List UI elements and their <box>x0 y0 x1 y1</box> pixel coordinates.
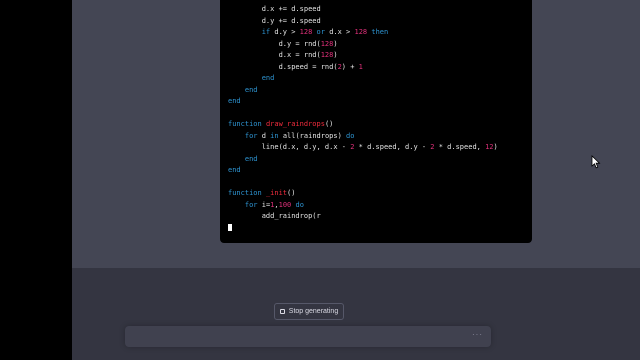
code-token: * d.speed, d.y - <box>354 143 431 151</box>
code-line <box>228 223 528 235</box>
code-line: end <box>228 165 528 177</box>
code-token: () <box>324 120 334 128</box>
code-token: line(d.x, d.y, d.x - <box>228 143 351 151</box>
code-token: end <box>244 85 258 94</box>
code-block: d.x += d.speed d.y += d.speed if d.y > 1… <box>220 0 532 243</box>
code-token: d.x > <box>324 28 355 36</box>
code-line: for d in all(raindrops) do <box>228 131 528 143</box>
code-token: end <box>244 154 258 163</box>
code-token: _init <box>265 189 288 197</box>
code-token: d.y > <box>270 28 300 36</box>
stop-generating-button[interactable]: Stop generating <box>274 303 344 320</box>
code-token: ) <box>333 51 338 59</box>
code-token: 1 <box>358 62 363 71</box>
code-line: d.speed = rnd(2) + 1 <box>228 62 528 74</box>
code-line: add_raindrop(r <box>228 211 528 223</box>
code-token: do <box>295 200 304 209</box>
code-token: * d.speed, <box>434 143 486 151</box>
code-line: for i=1,100 do <box>228 200 528 212</box>
code-token: all(raindrops) <box>278 131 347 140</box>
code-line: function draw_raindrops() <box>228 119 528 131</box>
code-line: end <box>228 154 528 166</box>
code-line: d.x += d.speed <box>228 4 528 16</box>
stop-square-icon <box>279 309 285 314</box>
code-token: d.speed = rnd( <box>228 62 338 71</box>
code-token: 128 <box>320 51 334 59</box>
code-token: if <box>261 28 271 36</box>
code-token: 100 <box>278 200 292 209</box>
code-token: ) <box>493 143 498 151</box>
code-token: end <box>261 74 275 82</box>
code-token: d.x += d.speed <box>228 5 321 13</box>
chat-main: d.x += d.speed d.y += d.speed if d.y > 1… <box>72 0 640 360</box>
code-line: d.y = rnd(128) <box>228 39 528 51</box>
code-line: function _init() <box>228 188 528 200</box>
code-token: do <box>346 131 355 140</box>
code-token: add_raindrop(r <box>228 212 321 220</box>
code-token: 128 <box>354 28 368 36</box>
code-token: function <box>228 120 262 128</box>
assistant-message: d.x += d.speed d.y += d.speed if d.y > 1… <box>72 0 640 268</box>
code-token: for <box>244 200 258 209</box>
code-line: if d.y > 128 or d.x > 128 then <box>228 27 528 39</box>
code-line: d.y += d.speed <box>228 16 528 28</box>
code-token: 128 <box>299 28 313 36</box>
code-token: function <box>228 189 262 197</box>
message-input[interactable]: ··· <box>125 326 491 347</box>
code-token: i= <box>257 200 271 209</box>
code-token: ) <box>333 39 338 48</box>
code-token: () <box>287 189 296 197</box>
code-token: end <box>228 166 241 174</box>
code-line: end <box>228 73 528 85</box>
code-token: d.y += d.speed <box>228 16 321 25</box>
code-token: then <box>371 28 389 36</box>
code-token: d <box>257 131 271 140</box>
typing-cursor <box>228 223 232 231</box>
code-token: ) + <box>341 62 359 71</box>
dots-icon: ··· <box>472 330 483 339</box>
code-token: for <box>244 131 258 140</box>
code-line: line(d.x, d.y, d.x - 2 * d.speed, d.y - … <box>228 142 528 154</box>
code-token: or <box>316 28 325 36</box>
left-sidebar-strip <box>0 0 72 360</box>
code-token: draw_raindrops <box>265 120 325 128</box>
code-token: d.y = rnd( <box>228 39 321 48</box>
code-token: d.x = rnd( <box>228 51 321 59</box>
code-token: 12 <box>485 143 494 151</box>
stop-generating-label: Stop generating <box>288 308 339 315</box>
code-line: end <box>228 85 528 97</box>
code-line: end <box>228 96 528 108</box>
code-token: end <box>228 97 241 105</box>
code-content: d.x += d.speed d.y += d.speed if d.y > 1… <box>228 4 528 234</box>
code-token: 128 <box>320 39 334 48</box>
code-token: in <box>270 131 279 140</box>
mouse-pointer-icon <box>591 155 601 169</box>
code-line: d.x = rnd(128) <box>228 50 528 62</box>
